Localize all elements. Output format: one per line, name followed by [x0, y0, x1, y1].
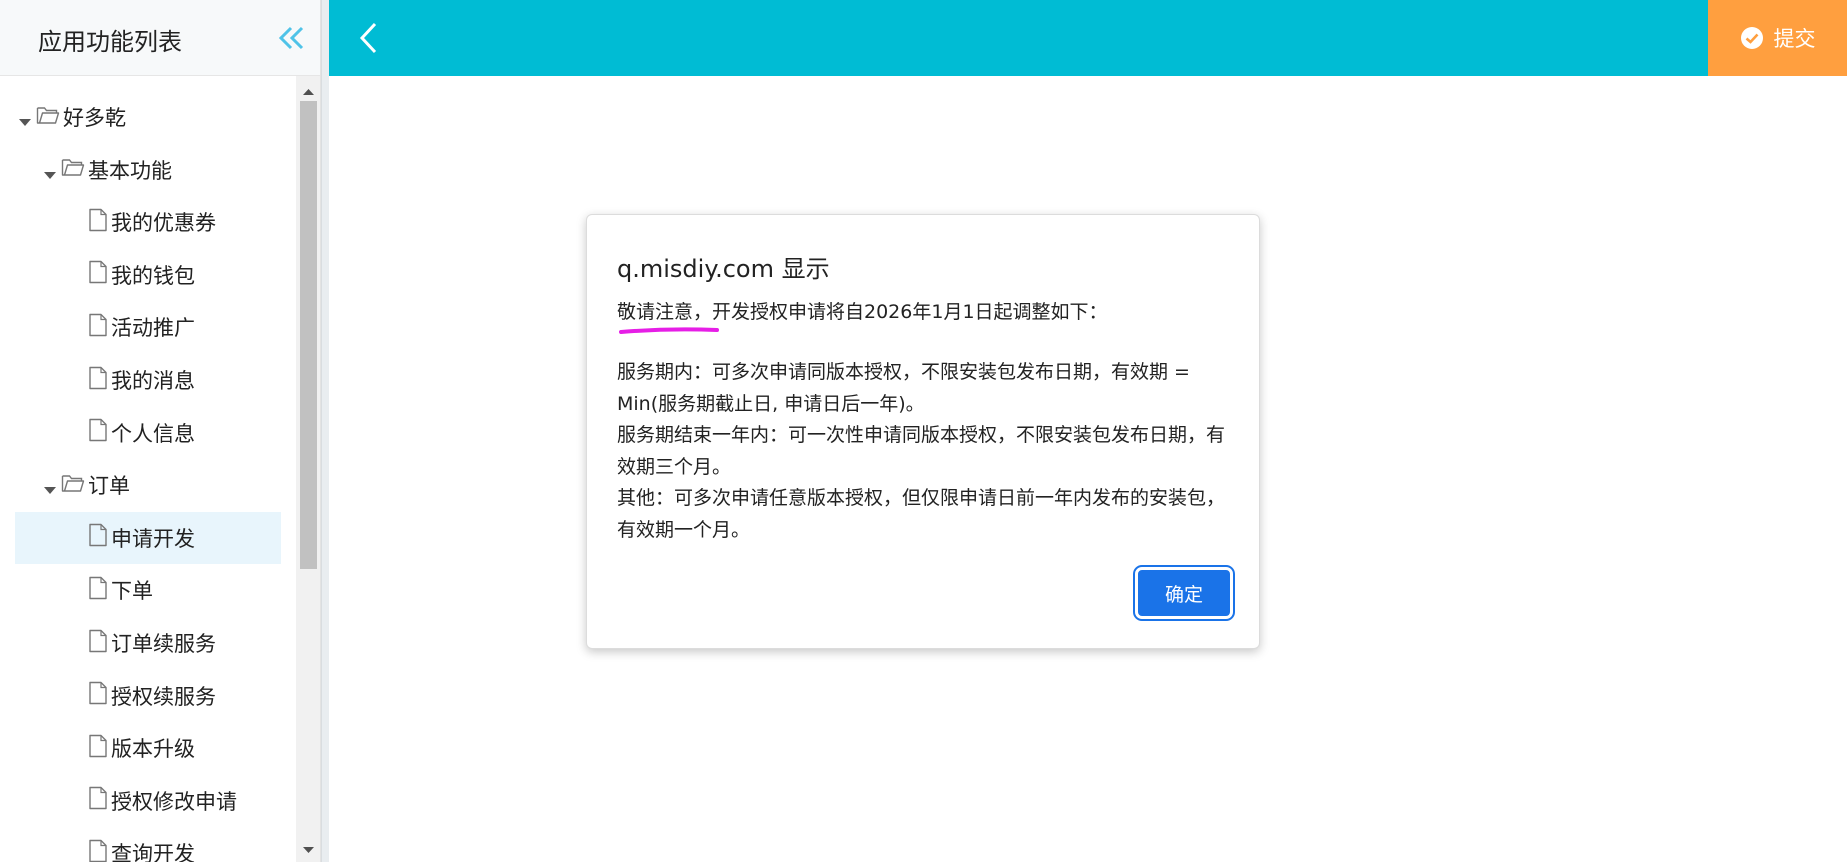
- tree-item-label: 我的优惠券: [111, 211, 216, 236]
- dialog-body: 服务期内：可多次申请同版本授权，不限安装包发布日期，有效期 = Min(服务期截…: [617, 357, 1237, 546]
- tree-item-label: 我的消息: [111, 369, 195, 393]
- caret-down-icon[interactable]: [18, 110, 32, 126]
- submit-button[interactable]: 提交: [1708, 0, 1847, 76]
- file-icon: [88, 786, 108, 815]
- sidebar-title: 应用功能列表: [38, 28, 182, 56]
- scroll-down-arrow-icon[interactable]: [296, 838, 320, 862]
- sidebar-scrollbar[interactable]: [296, 76, 320, 862]
- folder-open-icon: [61, 473, 85, 498]
- tree-item-label: 订单: [88, 474, 130, 499]
- function-tree: 好多乾基本功能我的优惠券我的钱包活动推广我的消息个人信息订单申请开发下单订单续服…: [0, 76, 320, 862]
- tree-item-label: 订单续服务: [111, 632, 216, 656]
- dialog-paragraph: 服务期内：可多次申请同版本授权，不限安装包发布日期，有效期 = Min(服务期截…: [617, 361, 1190, 415]
- tree-item[interactable]: 我的钱包: [88, 249, 281, 301]
- tree-item[interactable]: 订单续服务: [88, 617, 281, 669]
- tree-item-label: 查询开发: [111, 842, 195, 862]
- collapse-sidebar-icon[interactable]: [277, 20, 307, 56]
- file-icon: [88, 839, 108, 862]
- check-circle-icon: [1740, 26, 1764, 50]
- tree-item-label: 版本升级: [111, 737, 195, 762]
- file-icon: [88, 260, 108, 289]
- tree-item-label: 活动推广: [111, 316, 195, 341]
- tree-item-label: 好多乾: [63, 106, 126, 130]
- tree-item[interactable]: 我的优惠券: [88, 196, 281, 248]
- tree-item-label: 授权修改申请: [111, 789, 237, 814]
- alert-dialog: q.misdiy.com 显示 敬请注意，开发授权申请将自2026年1月1日起调…: [586, 214, 1260, 649]
- tree-item-label: 个人信息: [111, 421, 195, 446]
- top-bar: 提交: [329, 0, 1847, 76]
- tree-item[interactable]: 版本升级: [88, 722, 281, 774]
- file-icon: [88, 208, 108, 237]
- file-icon: [88, 523, 108, 552]
- tree-item[interactable]: 我的消息: [88, 354, 281, 406]
- tree-item[interactable]: 授权修改申请: [88, 775, 281, 827]
- tree-item-label: 基本功能: [88, 158, 172, 183]
- file-icon: [88, 681, 108, 710]
- sidebar-header: 应用功能列表: [0, 0, 320, 76]
- tree-item[interactable]: 活动推广: [88, 301, 281, 353]
- folder-open-icon: [36, 105, 60, 130]
- tree-item-label: 我的钱包: [111, 263, 195, 288]
- tree-item[interactable]: 授权续服务: [88, 670, 281, 722]
- submit-label: 提交: [1773, 27, 1816, 51]
- back-arrow-icon[interactable]: [355, 18, 383, 58]
- sidebar: 应用功能列表 好多乾基本功能我的优惠券我的钱包活动推广我的消息个人信息订单申请开…: [0, 0, 321, 862]
- caret-down-icon[interactable]: [43, 163, 57, 179]
- tree-item[interactable]: 下单: [88, 564, 281, 616]
- ok-button[interactable]: 确定: [1133, 565, 1235, 621]
- highlight-underline: [619, 327, 719, 334]
- dialog-title: q.misdiy.com 显示: [617, 255, 830, 283]
- tree-item[interactable]: 申请开发: [15, 511, 281, 564]
- scrollbar-thumb[interactable]: [300, 101, 317, 569]
- tree-item[interactable]: 查询开发: [88, 827, 281, 862]
- file-icon: [88, 734, 108, 763]
- tree-item-label: 授权续服务: [111, 684, 216, 709]
- tree-folder[interactable]: 订单: [43, 459, 281, 511]
- caret-down-icon[interactable]: [43, 478, 57, 495]
- tree-item[interactable]: 个人信息: [88, 407, 281, 459]
- folder-open-icon: [61, 157, 85, 182]
- dialog-paragraph: 其他：可多次申请任意版本授权，但仅限申请日前一年内发布的安装包，有效期一个月。: [617, 487, 1226, 541]
- file-icon: [88, 629, 108, 658]
- dialog-paragraph: 服务期结束一年内：可一次性申请同版本授权，不限安装包发布日期，有效期三个月。: [617, 424, 1226, 478]
- file-icon: [88, 366, 108, 395]
- file-icon: [88, 418, 108, 447]
- panel-divider: [321, 0, 329, 862]
- tree-folder[interactable]: 基本功能: [43, 144, 281, 196]
- tree-folder[interactable]: 好多乾: [18, 91, 281, 143]
- tree-item-label: 申请开发: [111, 526, 195, 551]
- dialog-notice-line: 敬请注意，开发授权申请将自2026年1月1日起调整如下：: [617, 301, 1108, 323]
- tree-item-label: 下单: [111, 579, 153, 604]
- file-icon: [88, 313, 108, 342]
- file-icon: [88, 576, 108, 605]
